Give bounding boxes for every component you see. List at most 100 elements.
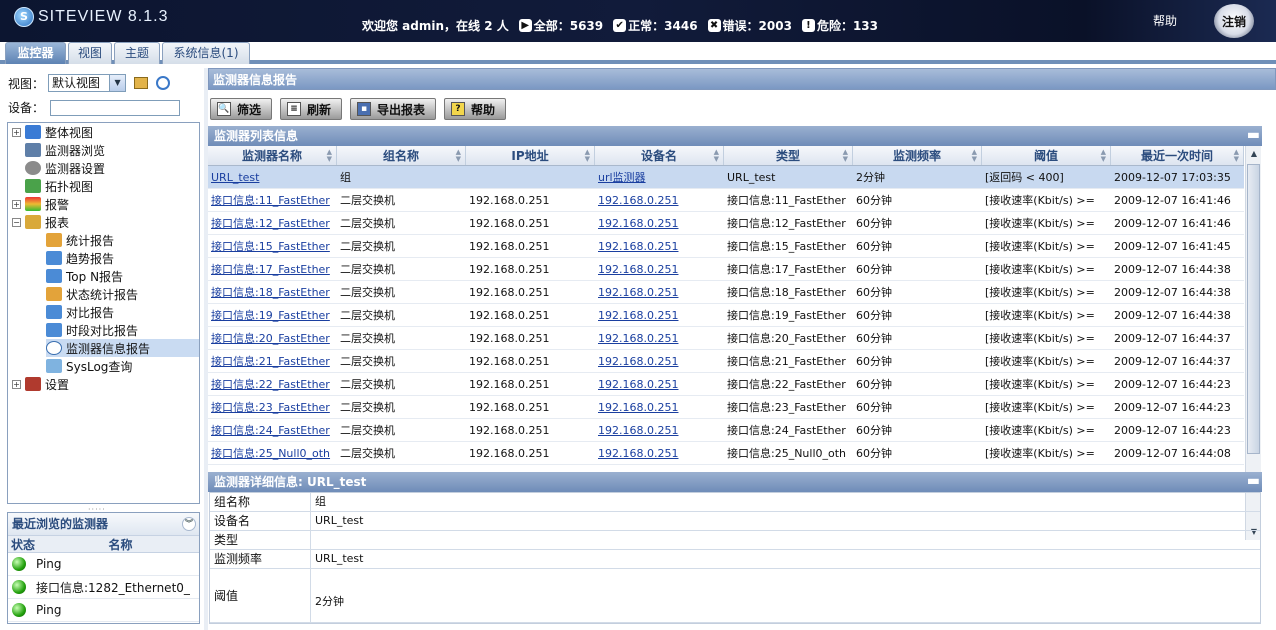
col-monitor-name-cell[interactable]: 接口信息:21_FastEther [208,353,337,369]
col-device-name-cell[interactable]: 192.168.0.251 [595,217,724,230]
device-input[interactable] [50,99,181,116]
col-device-name-cell[interactable]: 192.168.0.251 [595,355,724,368]
col-device-name-cell[interactable]: 192.168.0.251 [595,378,724,391]
refresh-icon[interactable] [156,76,171,90]
tree-item-stat-report[interactable]: 统计报告 [46,231,114,249]
sort-icon[interactable]: ▲ ▼ [456,149,461,163]
minimize-icon[interactable]: ▬ [1247,126,1260,144]
list-item[interactable]: Ping [8,553,199,576]
tree-item-status-stat-report[interactable]: 状态统计报告 [46,285,138,303]
col-type-header[interactable]: 类型 ▲ ▼ [724,146,853,165]
tree-item-report[interactable]: − 报表 [12,213,69,231]
tab-theme[interactable]: 主题 [114,42,160,64]
col-threshold-header[interactable]: 阈值 ▲ ▼ [982,146,1111,165]
sort-icon[interactable]: ▲ ▼ [585,149,590,163]
table-row[interactable]: 接口信息:22_FastEther 二层交换机 192.168.0.251 192.1… [208,373,1244,396]
scroll-up-icon[interactable]: ▲ [1246,146,1262,162]
sort-icon[interactable]: ▲ ▼ [1234,149,1239,163]
table-row[interactable]: 接口信息:12_FastEther 二层交换机 192.168.0.251 192.1… [208,212,1244,235]
minimize-icon[interactable]: ▬ [1247,472,1260,490]
col-monitor-name-cell[interactable]: 接口信息:17_FastEther [208,261,337,277]
col-device-name-cell[interactable]: 192.168.0.251 [595,424,724,437]
col-monitor-name-cell[interactable]: 接口信息:12_FastEther [208,215,337,231]
col-monitor-name-cell[interactable]: 接口信息:23_FastEther [208,399,337,415]
col-group-name-header[interactable]: 组名称 ▲ ▼ [337,146,466,165]
tree-item-period-compare-report[interactable]: 时段对比报告 [46,321,138,339]
table-row[interactable]: 接口信息:21_FastEther 二层交换机 192.168.0.251 192.1… [208,350,1244,373]
col-device-name-cell[interactable]: 192.168.0.251 [595,401,724,414]
sort-icon[interactable]: ▲ ▼ [1101,149,1106,163]
list-item[interactable]: Ping [8,599,199,622]
col-device-name-cell[interactable]: 192.168.0.251 [595,447,724,460]
col-monitor-name-cell[interactable]: 接口信息:11_FastEther [208,192,337,208]
col-monitor-name-cell[interactable]: 接口信息:25_Null0_oth [208,445,337,461]
col-monitor-name-cell[interactable]: 接口信息:20_FastEther [208,330,337,346]
col-device-name-cell[interactable]: 192.168.0.251 [595,309,724,322]
tree-item-alarm[interactable]: + 报警 [12,195,69,213]
logout-link[interactable]: 注销 [1222,13,1246,30]
device-label: 设备： [8,101,45,115]
tree-item-trend-report[interactable]: 趋势报告 [46,249,114,267]
col-frequency-cell: 60分钟 [856,401,892,414]
collapse-icon[interactable]: − [12,217,21,227]
table-row[interactable]: 接口信息:18_FastEther 二层交换机 192.168.0.251 192.1… [208,281,1244,304]
tree-item-monitor-browse[interactable]: 监测器浏览 [25,141,105,159]
tab-system-info[interactable]: 系统信息(1) [162,42,250,64]
col-monitor-name-cell[interactable]: 接口信息:24_FastEther [208,422,337,438]
sort-icon[interactable]: ▲ ▼ [972,149,977,163]
table-row[interactable]: 接口信息:24_FastEther 二层交换机 192.168.0.251 192.1… [208,419,1244,442]
table-row[interactable]: 接口信息:11_FastEther 二层交换机 192.168.0.251 192.1… [208,189,1244,212]
sort-icon[interactable]: ▲ ▼ [714,149,719,163]
col-device-name-header[interactable]: 设备名 ▲ ▼ [595,146,724,165]
sort-icon[interactable]: ▲ ▼ [327,149,332,163]
table-row[interactable]: 接口信息:15_FastEther 二层交换机 192.168.0.251 192.1… [208,235,1244,258]
col-monitor-name-cell[interactable]: 接口信息:18_FastEther [208,284,337,300]
export-button[interactable]: ▪ 导出报表 [350,98,437,120]
col-monitor-name-cell[interactable]: 接口信息:22_FastEther [208,376,337,392]
collapse-icon[interactable]: ︾ [182,517,196,531]
col-frequency-header[interactable]: 监测频率 ▲ ▼ [853,146,982,165]
table-row[interactable]: 接口信息:19_FastEther 二层交换机 192.168.0.251 192.1… [208,304,1244,327]
list-item[interactable]: 接口信息:1282_Ethernet0_ [8,576,199,599]
table-row[interactable]: 接口信息:17_FastEther 二层交换机 192.168.0.251 192.1… [208,258,1244,281]
col-device-name-cell[interactable]: 192.168.0.251 [595,240,724,253]
table-row[interactable]: 接口信息:25_Null0_oth 二层交换机 192.168.0.251 192.1… [208,442,1244,465]
expand-icon[interactable]: + [12,379,21,389]
view-select[interactable]: 默认视图 ▼ [48,74,127,92]
tree-item-compare-report[interactable]: 对比报告 [46,303,114,321]
bar-chart-icon [46,269,62,283]
col-monitor-name-cell[interactable]: 接口信息:15_FastEther [208,238,337,254]
tree-item-overall-view[interactable]: + 整体视图 [12,123,93,141]
table-row[interactable]: URL_test 组 url监测器 URL_test 2分钟 [返回码 < 400] 200… [208,166,1244,189]
filter-button[interactable]: 🔍 筛选 [210,98,273,120]
folder-icon[interactable] [134,77,149,89]
help-link[interactable]: 帮助 [1153,12,1177,29]
col-device-name-cell[interactable]: 192.168.0.251 [595,286,724,299]
col-ip-header[interactable]: IP地址 ▲ ▼ [466,146,595,165]
tab-view[interactable]: 视图 [68,42,112,64]
table-row[interactable]: 接口信息:23_FastEther 二层交换机 192.168.0.251 192.1… [208,396,1244,419]
help-button[interactable]: ? 帮助 [444,98,507,120]
col-device-name-cell[interactable]: url监测器 [595,169,724,185]
col-last-time-header[interactable]: 最近一次时间 ▲ ▼ [1111,146,1244,165]
tree-item-settings[interactable]: + 设置 [12,375,69,393]
col-device-name-cell[interactable]: 192.168.0.251 [595,263,724,276]
tree-item-monitor-info-report[interactable]: 监测器信息报告 [46,339,199,357]
tree-item-monitor-settings[interactable]: 监测器设置 [25,159,105,177]
tree-item-topology[interactable]: 拓扑视图 [25,177,93,195]
col-monitor-name-header[interactable]: 监测器名称 ▲ ▼ [208,146,337,165]
tab-monitor[interactable]: 监控器 [5,42,66,64]
col-monitor-name-cell[interactable]: URL_test [208,171,337,184]
scroll-thumb[interactable] [1247,164,1260,454]
col-monitor-name-cell[interactable]: 接口信息:19_FastEther [208,307,337,323]
col-device-name-cell[interactable]: 192.168.0.251 [595,194,724,207]
col-threshold-cell: [接收速率(Kbit/s) >= [985,263,1095,276]
col-device-name-cell[interactable]: 192.168.0.251 [595,332,724,345]
tree-item-syslog[interactable]: SysLog查询 [46,357,132,375]
tree-item-topn-report[interactable]: Top N报告 [46,267,123,285]
expand-icon[interactable]: + [12,127,21,137]
sort-icon[interactable]: ▲ ▼ [843,149,848,163]
table-row[interactable]: 接口信息:20_FastEther 二层交换机 192.168.0.251 192.1… [208,327,1244,350]
refresh-button[interactable]: ≡ 刷新 [280,98,343,120]
expand-icon[interactable]: + [12,199,21,209]
